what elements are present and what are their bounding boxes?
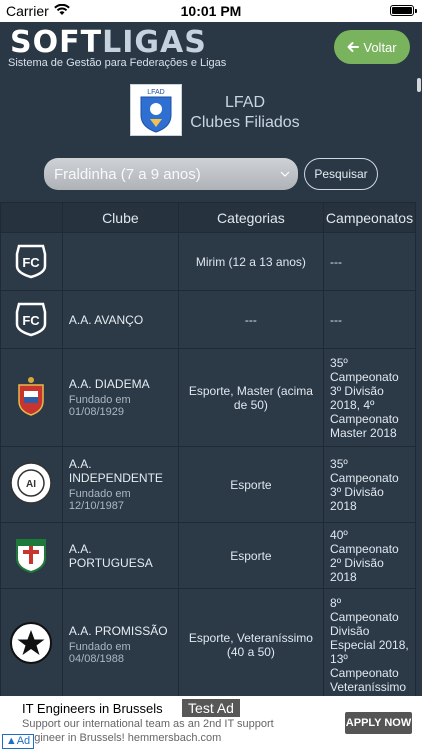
ad-badge-label: Ad — [16, 735, 31, 747]
club-logo-cell — [0, 348, 63, 447]
league-title: LFAD — [224, 94, 265, 111]
ad-title[interactable]: IT Engineers in Brussels — [22, 701, 163, 716]
category-select[interactable]: Fraldinha (7 a 9 anos) — [44, 158, 298, 190]
league-subtitle: Clubes Filiados — [190, 114, 300, 131]
battery-icon — [390, 5, 417, 16]
club-championships-cell: 35º Campeonato 3º Divisão 2018 — [323, 446, 416, 523]
svg-text:AI: AI — [26, 479, 36, 490]
scroll-thumb[interactable] — [417, 78, 421, 92]
header-logo — [0, 202, 63, 233]
logo-subtitle: Sistema de Gestão para Federações e Liga… — [8, 57, 227, 69]
club-championships-cell: 8º Campeonato Divisão Especial 2018, 13º… — [323, 588, 416, 696]
club-logo-cell: FC — [0, 232, 63, 291]
arrow-left-icon — [347, 42, 360, 52]
club-championships-cell: 35º Campeonato 3º Divisão 2018, 4º Campe… — [323, 348, 416, 447]
club-championships-cell: --- — [323, 290, 416, 349]
back-button[interactable]: Voltar — [334, 30, 410, 64]
club-name-cell: A.A. INDEPENDENTE Fundado em 12/10/1987 — [61, 446, 179, 523]
ad-description[interactable]: Support our international team as an 2nd… — [22, 717, 318, 745]
club-name-cell: A.A. DIADEMA Fundado em 01/08/1929 — [61, 348, 179, 447]
app-logo: SOFTLIGAS — [10, 25, 207, 60]
club-name-cell: A.A. PROMISSÃO Fundado em 04/08/1988 — [61, 588, 179, 696]
club-categories-cell: Esporte, Veteraníssimo (40 a 50) — [177, 588, 325, 696]
scrollbar[interactable] — [417, 76, 421, 696]
club-name-cell — [61, 232, 179, 291]
table-row[interactable]: FC Mirim (12 a 13 anos) --- — [0, 232, 416, 291]
ad-banner[interactable]: IT Engineers in Brussels Support our int… — [0, 696, 422, 750]
header-categories: Categorias — [177, 202, 325, 233]
status-time: 10:01 PM — [180, 3, 242, 19]
club-star-badge-icon — [10, 622, 53, 664]
club-categories-cell: Esporte, Master (acima de 50) — [177, 348, 325, 447]
club-logo-cell: FC — [0, 290, 63, 349]
table-row[interactable]: FC A.A. AVANÇO --- --- — [0, 290, 416, 349]
header-championships: Campeonatos — [323, 202, 416, 233]
ad-test-label: Test Ad — [182, 699, 240, 717]
app-header: SOFTLIGAS Sistema de Gestão para Federaç… — [0, 22, 422, 74]
club-championships-cell: 40º Campeonato 2º Divisão 2018 — [323, 522, 416, 589]
table-row[interactable]: A.A. DIADEMA Fundado em 01/08/1929 Espor… — [0, 348, 416, 447]
table-header-row: Clube Categorias Campeonatos — [0, 202, 416, 233]
league-logo: LFAD — [130, 84, 182, 136]
club-championships-cell: --- — [323, 232, 416, 291]
ad-badge[interactable]: ▲Ad — [2, 734, 34, 749]
header-club: Clube — [61, 202, 179, 233]
club-categories-cell: Mirim (12 a 13 anos) — [177, 232, 325, 291]
svg-text:FC: FC — [23, 255, 41, 270]
club-logo-cell — [0, 522, 63, 589]
clubs-table: Clube Categorias Campeonatos FC Mirim (1… — [0, 202, 416, 696]
club-cross-badge-icon — [16, 539, 47, 574]
club-logo-cell — [0, 588, 63, 696]
back-button-label: Voltar — [363, 39, 397, 55]
category-select-value: Fraldinha (7 a 9 anos) — [54, 165, 201, 183]
league-crest-icon: LFAD — [140, 89, 172, 133]
logo-part-ligas: LIGAS — [102, 25, 207, 60]
table-row[interactable]: AI A.A. INDEPENDENTE Fundado em 12/10/19… — [0, 446, 416, 523]
club-shield-icon — [18, 377, 45, 416]
club-categories-cell: Esporte — [177, 446, 325, 523]
club-logo-cell: AI — [0, 446, 63, 523]
fc-badge-icon: FC — [16, 244, 47, 279]
club-name-cell: A.A. AVANÇO — [61, 290, 179, 349]
table-row[interactable]: A.A. PORTUGUESA Esporte 40º Campeonato 2… — [0, 522, 416, 589]
logo-part-soft: SOFT — [10, 25, 103, 60]
club-categories-cell: --- — [177, 290, 325, 349]
ad-apply-button[interactable]: APPLY NOW — [345, 712, 412, 734]
svg-text:LFAD: LFAD — [147, 89, 165, 96]
table-row[interactable]: A.A. PROMISSÃO Fundado em 04/08/1988 Esp… — [0, 588, 416, 696]
fc-badge-icon: FC — [16, 302, 47, 337]
status-bar: Carrier 10:01 PM — [0, 0, 422, 22]
search-button[interactable]: Pesquisar — [304, 158, 378, 190]
league-header: LFAD LFAD Clubes Filiados — [0, 74, 422, 150]
chevron-down-icon — [280, 171, 290, 177]
svg-text:FC: FC — [23, 313, 41, 328]
club-name-cell: A.A. PORTUGUESA — [61, 522, 179, 589]
club-round-badge-icon: AI — [10, 462, 53, 504]
club-categories-cell: Esporte — [177, 522, 325, 589]
